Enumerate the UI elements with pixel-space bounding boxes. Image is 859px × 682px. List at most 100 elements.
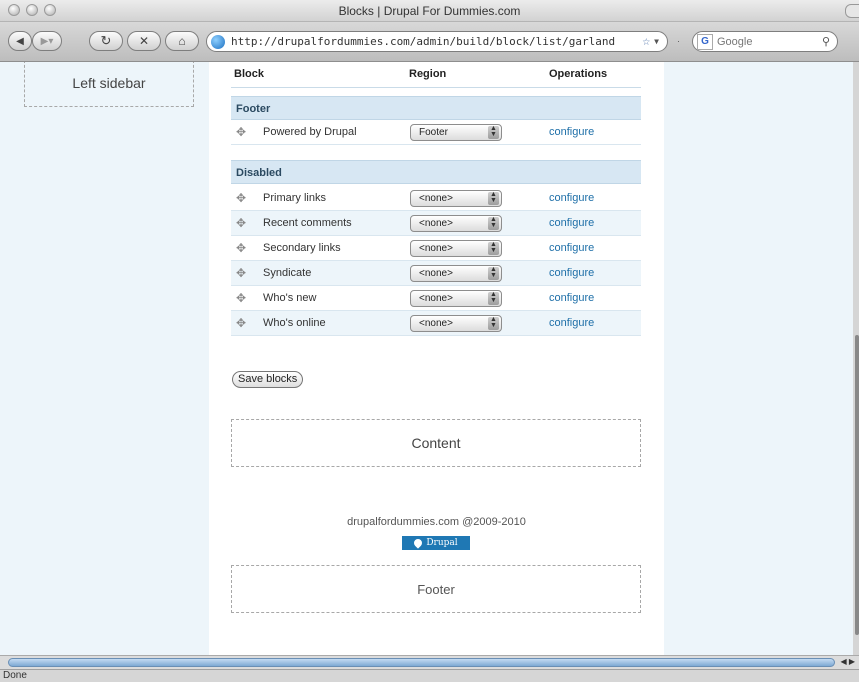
- region-select-value: <none>: [419, 193, 453, 204]
- drupal-badge-label: Drupal: [426, 538, 458, 548]
- configure-link[interactable]: configure: [549, 242, 594, 254]
- drag-handle-icon[interactable]: ✥: [236, 216, 246, 230]
- region-select[interactable]: <none> ▲ ▼: [410, 265, 502, 282]
- region-select[interactable]: <none> ▲ ▼: [410, 315, 502, 332]
- table-row: ✥ Primary links <none> ▲ ▼ configure: [231, 186, 641, 211]
- block-name: Powered by Drupal: [263, 126, 357, 138]
- toolbar-separator: ·: [677, 36, 680, 46]
- region-select-value: <none>: [419, 293, 453, 304]
- home-icon: ⌂: [178, 34, 186, 48]
- block-name: Syndicate: [263, 267, 312, 279]
- status-text: Done: [3, 670, 27, 681]
- select-arrows-icon: ▲ ▼: [488, 216, 499, 230]
- region-select[interactable]: <none> ▲ ▼: [410, 190, 502, 207]
- reload-button[interactable]: ↻: [89, 31, 123, 51]
- footer-region: Footer: [231, 565, 641, 613]
- back-arrow-icon: ◀: [16, 35, 24, 47]
- column-header-region: Region: [409, 68, 447, 80]
- home-button[interactable]: ⌂: [165, 31, 199, 51]
- table-row: ✥ Who's new <none> ▲ ▼ configure: [231, 286, 641, 311]
- configure-link[interactable]: configure: [549, 267, 594, 279]
- configure-link[interactable]: configure: [549, 292, 594, 304]
- page-viewport: Left sidebar Block Region Operations Foo…: [0, 62, 853, 655]
- region-select-value: <none>: [419, 218, 453, 229]
- table-row: ✥ Syndicate <none> ▲ ▼ configure: [231, 261, 641, 286]
- drag-handle-icon[interactable]: ✥: [236, 316, 246, 330]
- select-arrows-icon: ▲ ▼: [488, 291, 499, 305]
- table-row: ✥ Who's online <none> ▲ ▼ configure: [231, 311, 641, 336]
- region-select-value: Footer: [419, 127, 448, 138]
- region-select[interactable]: <none> ▲ ▼: [410, 215, 502, 232]
- content-region: Content: [231, 419, 641, 467]
- configure-link[interactable]: configure: [549, 126, 594, 138]
- header-divider: [231, 87, 641, 88]
- history-dropdown-icon[interactable]: ▼: [654, 37, 659, 46]
- search-icon[interactable]: ⚲: [822, 35, 830, 48]
- table-row: ✥ Powered by Drupal Footer ▲ ▼ configure: [231, 120, 641, 145]
- block-name: Who's online: [263, 317, 326, 329]
- drag-handle-icon[interactable]: ✥: [236, 125, 246, 139]
- table-row: ✥ Secondary links <none> ▲ ▼ configure: [231, 236, 641, 261]
- window-title: Blocks | Drupal For Dummies.com: [338, 4, 521, 18]
- stop-button[interactable]: ✕: [127, 31, 161, 51]
- section-header-footer: Footer: [231, 96, 641, 120]
- site-favicon-icon: [211, 34, 225, 49]
- left-sidebar-label: Left sidebar: [72, 75, 146, 91]
- left-sidebar-region: Left sidebar: [24, 62, 194, 107]
- region-select-value: <none>: [419, 243, 453, 254]
- block-name: Who's new: [263, 292, 317, 304]
- block-name: Recent comments: [263, 217, 352, 229]
- select-arrows-icon: ▲ ▼: [488, 125, 499, 139]
- drupal-drop-icon: [412, 537, 424, 549]
- region-select-value: <none>: [419, 318, 453, 329]
- block-name: Primary links: [263, 192, 326, 204]
- forward-button[interactable]: ▶▾: [32, 31, 62, 51]
- save-blocks-button[interactable]: Save blocks: [232, 371, 304, 388]
- back-button[interactable]: ◀: [8, 31, 32, 51]
- region-select[interactable]: <none> ▲ ▼: [410, 290, 502, 307]
- table-row: ✥ Recent comments <none> ▲ ▼ configure: [231, 211, 641, 236]
- content-region-label: Content: [411, 435, 461, 451]
- select-arrows-icon: ▲ ▼: [488, 191, 499, 205]
- toolbar-toggle-button[interactable]: [845, 4, 859, 18]
- horizontal-scroll-thumb[interactable]: [8, 658, 835, 667]
- select-arrows-icon: ▲ ▼: [488, 266, 499, 280]
- region-select[interactable]: Footer ▲ ▼: [410, 124, 502, 141]
- section-title: Disabled: [236, 167, 282, 179]
- column-header-block: Block: [234, 68, 264, 80]
- address-bar[interactable]: http://drupalfordummies.com/admin/build/…: [206, 31, 668, 52]
- block-name: Secondary links: [263, 242, 341, 254]
- horizontal-scrollbar[interactable]: ◀ ▶: [0, 655, 859, 669]
- google-engine-icon[interactable]: G: [697, 33, 713, 50]
- powered-by-drupal-badge[interactable]: Drupal: [402, 536, 470, 550]
- region-select-value: <none>: [419, 268, 453, 279]
- search-field[interactable]: G Google ⚲: [692, 31, 838, 52]
- drag-handle-icon[interactable]: ✥: [236, 191, 246, 205]
- vertical-scroll-thumb[interactable]: [855, 335, 859, 635]
- section-title: Footer: [236, 103, 271, 115]
- footer-region-label: Footer: [417, 581, 455, 597]
- browser-toolbar: ◀ ▶▾ ↻ ✕ ⌂ http://drupalfordummies.com/a…: [0, 22, 859, 62]
- reload-icon: ↻: [100, 33, 112, 48]
- configure-link[interactable]: configure: [549, 317, 594, 329]
- stop-icon: ✕: [138, 34, 150, 48]
- region-select[interactable]: <none> ▲ ▼: [410, 240, 502, 257]
- address-url: http://drupalfordummies.com/admin/build/…: [231, 35, 616, 48]
- forward-arrow-icon: ▶▾: [40, 35, 54, 47]
- status-bar: Done: [0, 669, 859, 682]
- configure-link[interactable]: configure: [549, 217, 594, 229]
- configure-link[interactable]: configure: [549, 192, 594, 204]
- column-header-operations: Operations: [549, 68, 608, 80]
- bookmark-star-icon[interactable]: ☆: [642, 34, 650, 49]
- search-placeholder: Google: [717, 35, 753, 48]
- drag-handle-icon[interactable]: ✥: [236, 241, 246, 255]
- select-arrows-icon: ▲ ▼: [488, 316, 499, 330]
- window-titlebar: Blocks | Drupal For Dummies.com: [0, 0, 859, 22]
- scroll-arrows-icon[interactable]: ◀ ▶: [840, 657, 855, 666]
- section-header-disabled: Disabled: [231, 160, 641, 184]
- select-arrows-icon: ▲ ▼: [488, 241, 499, 255]
- main-content-card: Block Region Operations Footer ✥ Powered…: [209, 62, 664, 655]
- drag-handle-icon[interactable]: ✥: [236, 291, 246, 305]
- drag-handle-icon[interactable]: ✥: [236, 266, 246, 280]
- footer-message: drupalfordummies.com @2009-2010: [347, 516, 526, 528]
